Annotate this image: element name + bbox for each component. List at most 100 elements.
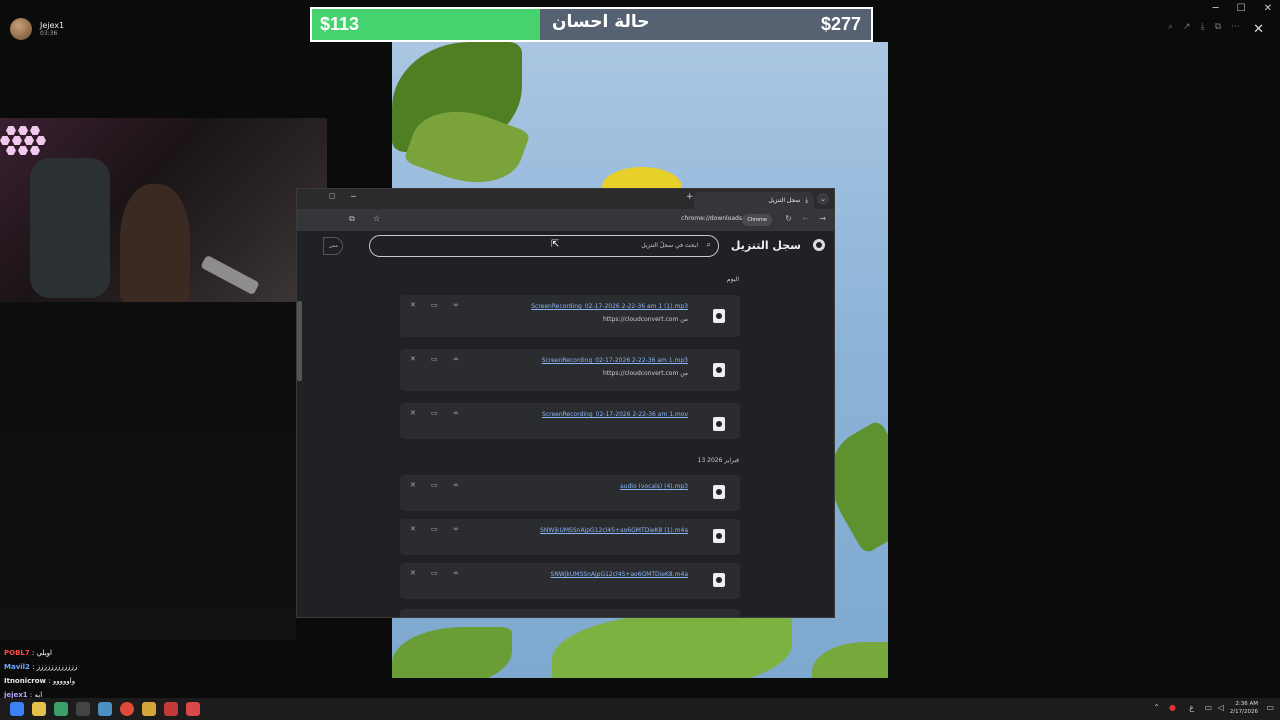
scrollbar[interactable] — [297, 301, 302, 381]
tab-downloads[interactable]: سجل التنزيل ⤓ — [694, 192, 814, 209]
remove-icon[interactable]: ✕ — [410, 525, 416, 533]
download-item: ✕ ▭ ∞ audio (vocals) (4).mp3 — [400, 475, 740, 511]
chrome-taskbar-icon[interactable] — [120, 702, 134, 716]
explorer-icon[interactable] — [32, 702, 46, 716]
folder-icon[interactable]: ▭ — [431, 301, 438, 309]
reload-icon[interactable]: ↻ — [785, 214, 792, 223]
hex-light — [6, 126, 16, 135]
download-item: ✕ ▭ ∞ SNWjkUMSSnAjpG12cl4S+ao6GMTDieK8.m… — [400, 563, 740, 599]
hex-light — [0, 136, 10, 145]
streamer-name: Jejex1 — [40, 21, 65, 30]
file-icon — [713, 363, 725, 377]
tray-chevron-icon[interactable]: ⌃ — [1153, 703, 1160, 712]
folder-icon[interactable]: ▭ — [431, 409, 438, 417]
steam-icon[interactable] — [98, 702, 112, 716]
terminal-icon[interactable] — [76, 702, 90, 716]
close-panel-icon[interactable]: ✕ — [1253, 22, 1264, 37]
link-icon[interactable]: ∞ — [453, 355, 459, 363]
popout-icon[interactable]: ⧉ — [1215, 22, 1221, 32]
remove-icon[interactable]: ✕ — [410, 569, 416, 577]
app-icon[interactable] — [164, 702, 178, 716]
mic-icon[interactable]: ● — [1169, 703, 1176, 712]
extensions-icon[interactable]: ⧉ — [349, 214, 355, 224]
download-filename[interactable]: ScreenRecording_02-17-2026 2-22-36 am 1.… — [542, 357, 688, 364]
link-icon[interactable]: ∞ — [453, 525, 459, 533]
tray-date: 2/17/2026 — [1229, 709, 1258, 715]
webcam-feed — [0, 118, 327, 302]
streamer-person — [120, 184, 190, 302]
zoom-icon[interactable]: ⌕ — [1168, 22, 1173, 32]
leaf-image — [552, 612, 792, 678]
tray-clock[interactable]: 2:36 AM 2/17/2026 — [1230, 700, 1258, 716]
remove-icon[interactable]: ✕ — [410, 409, 416, 417]
search-icon: ⌕ — [706, 240, 711, 249]
hex-light — [24, 136, 34, 145]
download-filename[interactable]: ScreenRecording_02-17-2026 2-22-36 am 1 … — [531, 303, 688, 310]
share-icon[interactable]: ↗ — [1183, 22, 1191, 32]
hex-light — [36, 136, 46, 145]
top-toolbar: ⌕ ↗ ⤓ ⧉ ⋯ — [1168, 22, 1240, 32]
search-input[interactable]: ابحث في سجلّ التنزيل ⌕ — [369, 235, 719, 257]
download-icon[interactable]: ⤓ — [1201, 22, 1205, 32]
link-icon[interactable]: ∞ — [453, 481, 459, 489]
chat-message: Itnonicrow : واووووو — [4, 674, 154, 688]
back-icon[interactable]: → — [819, 214, 826, 223]
forward-icon[interactable]: ← — [802, 214, 809, 223]
leaf-image — [392, 627, 512, 678]
bookmark-star-icon[interactable]: ☆ — [373, 214, 380, 223]
chrome-window: ▢ ─ + ✕ سجل التنزيل ⤓ ⌄ ⧉ ☆ chrome://dow… — [296, 188, 835, 618]
notification-icon[interactable]: ▭ — [1266, 703, 1274, 712]
hex-light — [12, 136, 22, 145]
download-icon: ⤓ — [805, 196, 808, 204]
streamer-header: Jejex1 03:36 — [10, 16, 64, 42]
app-icon[interactable] — [54, 702, 68, 716]
language-icon[interactable]: ع — [1189, 703, 1194, 712]
link-icon[interactable]: ∞ — [453, 569, 459, 577]
folder-icon[interactable]: ▭ — [431, 525, 438, 533]
app-icon[interactable] — [186, 702, 200, 716]
remove-icon[interactable]: ✕ — [410, 301, 416, 309]
chrome-chip[interactable]: Chrome — [742, 214, 772, 226]
volume-icon[interactable]: ◁ — [1218, 703, 1224, 712]
start-icon[interactable] — [10, 702, 24, 716]
chat-username: POBL7 — [4, 649, 30, 657]
window-close-icon[interactable]: ▢ — [329, 192, 336, 200]
remove-icon[interactable]: ✕ — [410, 481, 416, 489]
chrome-titlebar: ▢ ─ + ✕ سجل التنزيل ⤓ ⌄ — [297, 189, 834, 209]
file-icon — [713, 529, 725, 543]
chat-message: POBL7 : اويلي — [4, 646, 154, 660]
link-icon[interactable]: ∞ — [453, 409, 459, 417]
download-filename[interactable]: ScreenRecording_02-17-2026 2-22-36 am 1.… — [542, 411, 688, 418]
folder-icon[interactable]: ▭ — [431, 355, 438, 363]
download-filename[interactable]: SNWjkUMSSnAjpG12cl4S+ao6GMTDieK8.m4a — [551, 571, 688, 578]
close-icon[interactable]: ✕ — [1264, 3, 1272, 14]
folder-icon[interactable]: ▭ — [431, 481, 438, 489]
download-item: ✕ ▭ ∞ ScreenRecording_02-17-2026 2-22-36… — [400, 295, 740, 337]
remove-icon[interactable]: ✕ — [410, 355, 416, 363]
download-item: ✕ ▭ ∞ ScreenRecording_02-17-2026 2-22-36… — [400, 349, 740, 391]
new-tab-icon[interactable]: + — [686, 192, 694, 202]
chrome-logo-icon — [813, 239, 825, 251]
left-pill-button[interactable]: مس — [323, 237, 343, 255]
file-icon — [713, 573, 725, 587]
microphone-image — [200, 254, 260, 296]
section-label-today: اليوم — [726, 276, 739, 283]
mouse-cursor-icon: ⇱ — [551, 239, 560, 250]
maximize-icon[interactable]: ☐ — [1237, 3, 1246, 14]
background-panel — [0, 300, 296, 640]
folder-icon[interactable]: ▭ — [431, 569, 438, 577]
download-filename[interactable]: audio (vocals) (4).mp3 — [620, 483, 688, 490]
network-icon[interactable]: ▭ — [1204, 703, 1212, 712]
download-filename[interactable]: SNWjkUMSSnAjpG12cl4S+ao6GMTDieK8 (1).m4a — [540, 527, 688, 534]
minimize-icon[interactable]: ─ — [351, 192, 356, 201]
chat-username: Itnonicrow — [4, 677, 47, 685]
address-bar[interactable]: chrome://downloads — [681, 215, 742, 222]
download-source: https://cloudconvert.com من — [603, 316, 688, 323]
tab-list-icon[interactable]: ⌄ — [817, 193, 829, 205]
link-icon[interactable]: ∞ — [453, 301, 459, 309]
downloads-header: مس ابحث في سجلّ التنزيل ⌕ سجل التنزيل — [297, 231, 834, 263]
avatar — [10, 18, 32, 40]
folder-icon[interactable] — [142, 702, 156, 716]
more-icon[interactable]: ⋯ — [1231, 22, 1240, 32]
minimize-icon[interactable]: ─ — [1213, 3, 1219, 14]
